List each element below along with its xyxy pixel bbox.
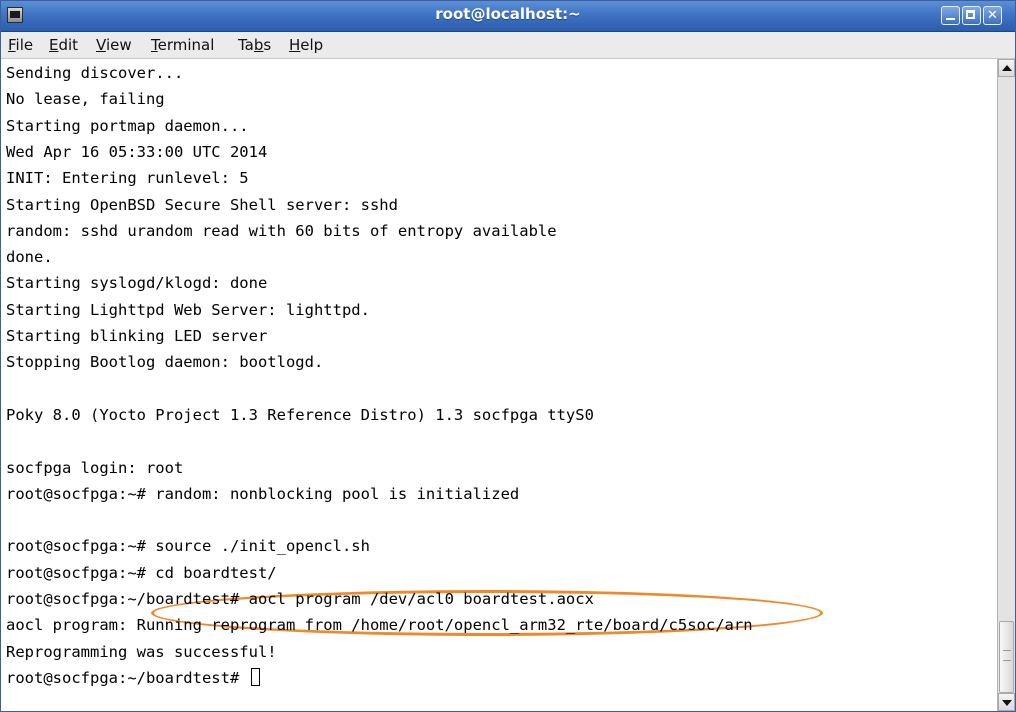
minimize-button[interactable] xyxy=(941,6,960,25)
terminal-window: root@localhost:~ ✕ File Edit View Terminal T… xyxy=(0,0,1016,712)
vertical-scrollbar[interactable] xyxy=(998,59,1015,711)
minimize-icon xyxy=(946,18,955,20)
terminal-line: Reprogramming was successful! xyxy=(6,643,277,661)
terminal-line: root@socfpga:~# cd boardtest/ xyxy=(6,564,277,582)
terminal-output[interactable]: Sending discover... No lease, failing Star… xyxy=(1,59,998,711)
terminal-line: Starting OpenBSD Secure Shell server: ss… xyxy=(6,196,398,214)
menu-bar: File Edit View Terminal Tabs Help xyxy=(1,32,1015,59)
text-cursor xyxy=(250,668,260,686)
terminal-line: Poky 8.0 (Yocto Project 1.3 Reference Di… xyxy=(6,406,594,424)
close-icon: ✕ xyxy=(987,8,998,23)
terminal-line: root@socfpga:~/boardtest# aocl program /… xyxy=(6,590,594,608)
terminal-line: INIT: Entering runlevel: 5 xyxy=(6,169,249,187)
terminal-line: Starting Lighttpd Web Server: lighttpd. xyxy=(6,301,370,319)
menu-terminal[interactable]: Terminal xyxy=(151,36,214,54)
scrollbar-thumb[interactable] xyxy=(999,621,1014,693)
terminal-line: Wed Apr 16 05:33:00 UTC 2014 xyxy=(6,143,268,161)
terminal-line: Starting portmap daemon... xyxy=(6,117,249,135)
terminal-line: socfpga login: root xyxy=(6,459,184,477)
close-button[interactable]: ✕ xyxy=(983,6,1002,25)
scroll-down-arrow-icon[interactable] xyxy=(998,693,1015,711)
terminal-line: Stopping Bootlog daemon: bootlogd. xyxy=(6,353,324,371)
terminal-line: No lease, failing xyxy=(6,90,165,108)
maximize-button[interactable] xyxy=(962,6,981,25)
terminal-line: done. xyxy=(6,248,53,266)
terminal-line: root@socfpga:~# random: nonblocking pool… xyxy=(6,485,520,503)
window-title: root@localhost:~ xyxy=(435,5,581,23)
terminal-line: Starting blinking LED server xyxy=(6,327,268,345)
menu-view[interactable]: View xyxy=(96,36,132,54)
title-bar[interactable]: root@localhost:~ ✕ xyxy=(1,1,1015,32)
terminal-line: aocl program: Running reprogram from /ho… xyxy=(6,616,753,634)
menu-edit[interactable]: Edit xyxy=(49,36,78,54)
menu-tabs[interactable]: Tabs xyxy=(238,36,271,54)
terminal-line: random: sshd urandom read with 60 bits o… xyxy=(6,222,557,240)
terminal-line: Sending discover... xyxy=(6,64,184,82)
terminal-line: root@socfpga:~/boardtest# xyxy=(6,666,260,691)
maximize-icon xyxy=(966,10,975,19)
terminal-line: root@socfpga:~# source ./init_opencl.sh xyxy=(6,537,370,555)
menu-file[interactable]: File xyxy=(8,36,33,54)
scroll-up-arrow-icon[interactable] xyxy=(998,59,1015,77)
menu-help[interactable]: Help xyxy=(289,36,323,54)
terminal-line: Starting syslogd/klogd: done xyxy=(6,274,268,292)
